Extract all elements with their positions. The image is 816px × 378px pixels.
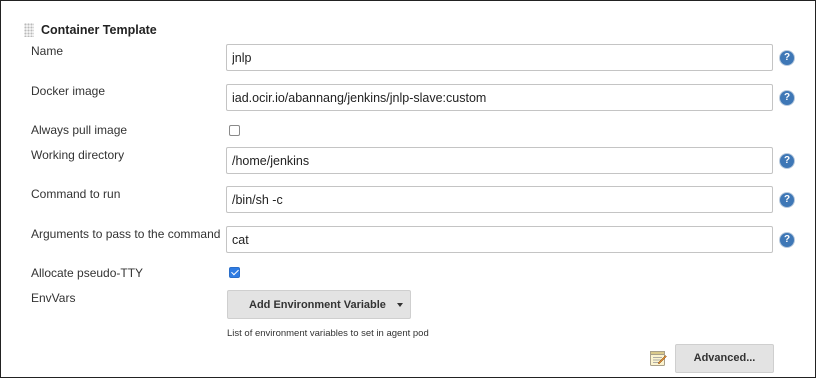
chevron-down-icon[interactable] xyxy=(397,303,403,307)
args-input[interactable] xyxy=(226,226,773,253)
envvars-label: EnvVars xyxy=(31,291,76,305)
envvars-hint: List of environment variables to set in … xyxy=(227,328,429,339)
docker-image-help-icon[interactable]: ? xyxy=(780,91,794,105)
name-label: Name xyxy=(31,44,64,58)
always-pull-checkbox[interactable] xyxy=(229,125,240,136)
advanced-button[interactable]: Advanced... xyxy=(675,344,774,373)
notepad-icon xyxy=(650,351,667,366)
drag-handle-icon[interactable] xyxy=(24,23,34,37)
docker-image-label: Docker image xyxy=(31,84,106,98)
command-help-icon[interactable]: ? xyxy=(780,193,794,207)
always-pull-label: Always pull image xyxy=(31,123,128,137)
tty-checkbox[interactable] xyxy=(229,267,240,278)
working-dir-help-icon[interactable]: ? xyxy=(780,154,794,168)
command-label: Command to run xyxy=(31,187,121,201)
tty-label: Allocate pseudo-TTY xyxy=(31,266,144,280)
working-dir-input[interactable] xyxy=(226,147,773,174)
docker-image-input[interactable] xyxy=(226,84,773,111)
working-dir-label: Working directory xyxy=(31,148,125,162)
args-label: Arguments to pass to the command xyxy=(31,227,221,241)
args-help-icon[interactable]: ? xyxy=(780,233,794,247)
name-help-icon[interactable]: ? xyxy=(780,51,794,65)
name-input[interactable] xyxy=(226,44,773,71)
add-env-variable-label: Add Environment Variable xyxy=(249,299,386,311)
container-template-panel: Container Template Name ? Docker image ?… xyxy=(0,0,816,378)
add-env-variable-button[interactable]: Add Environment Variable xyxy=(227,290,411,319)
section-title: Container Template xyxy=(41,23,157,37)
command-input[interactable] xyxy=(226,186,773,213)
